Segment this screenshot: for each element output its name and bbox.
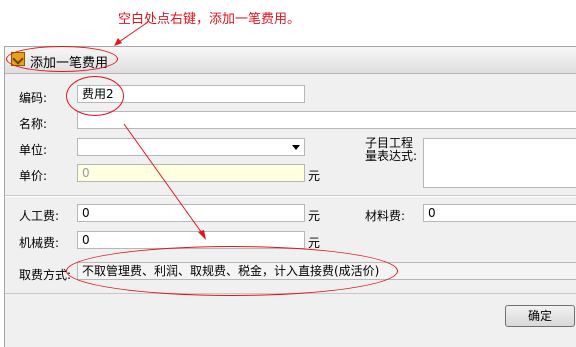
annotation-arrows bbox=[114, 21, 206, 240]
arrow-to-title-head bbox=[114, 38, 122, 46]
arrow-to-fee-head bbox=[198, 230, 206, 240]
arrow-to-fee-line bbox=[123, 123, 205, 237]
arrow-to-title-line bbox=[115, 21, 149, 45]
